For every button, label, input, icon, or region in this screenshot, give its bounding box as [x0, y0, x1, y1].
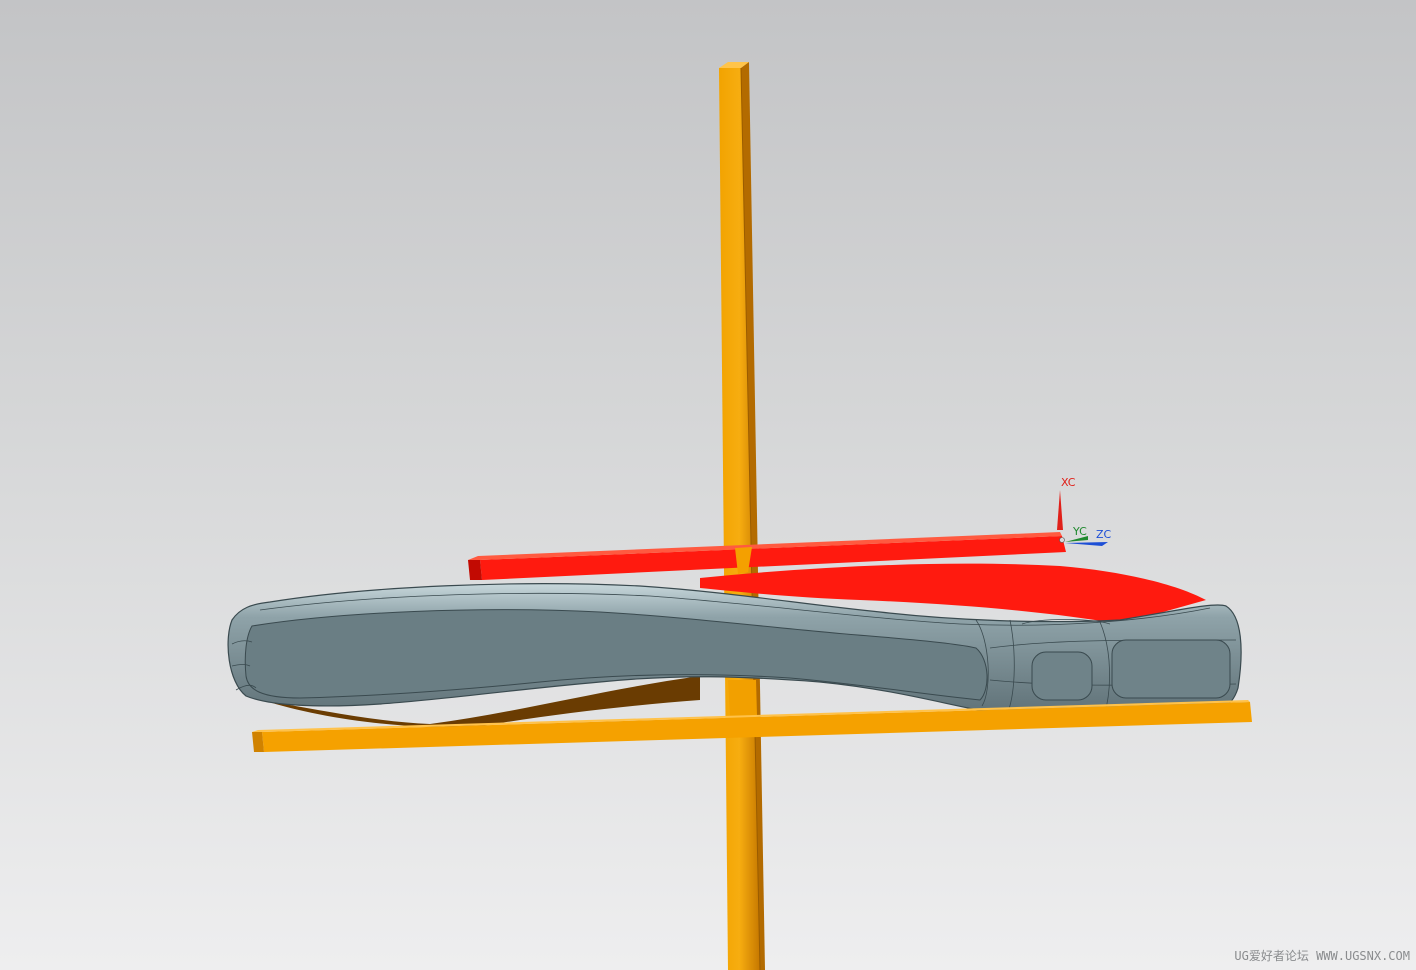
- yc-axis-label: YC: [1073, 525, 1087, 538]
- cad-scene[interactable]: [0, 0, 1416, 970]
- watermark-text: UG爱好者论坛 WWW.UGSNX.COM: [1234, 949, 1410, 963]
- zc-axis-arrow: [1065, 542, 1108, 546]
- zc-axis-label: ZC: [1096, 528, 1112, 541]
- graphics-viewport[interactable]: XC YC ZC UG爱好者论坛 WWW.UGSNX.COM: [0, 0, 1416, 970]
- vertical-datum-bar[interactable]: [719, 62, 765, 970]
- xc-axis-label: XC: [1061, 476, 1076, 489]
- xc-axis-arrow: [1057, 490, 1063, 530]
